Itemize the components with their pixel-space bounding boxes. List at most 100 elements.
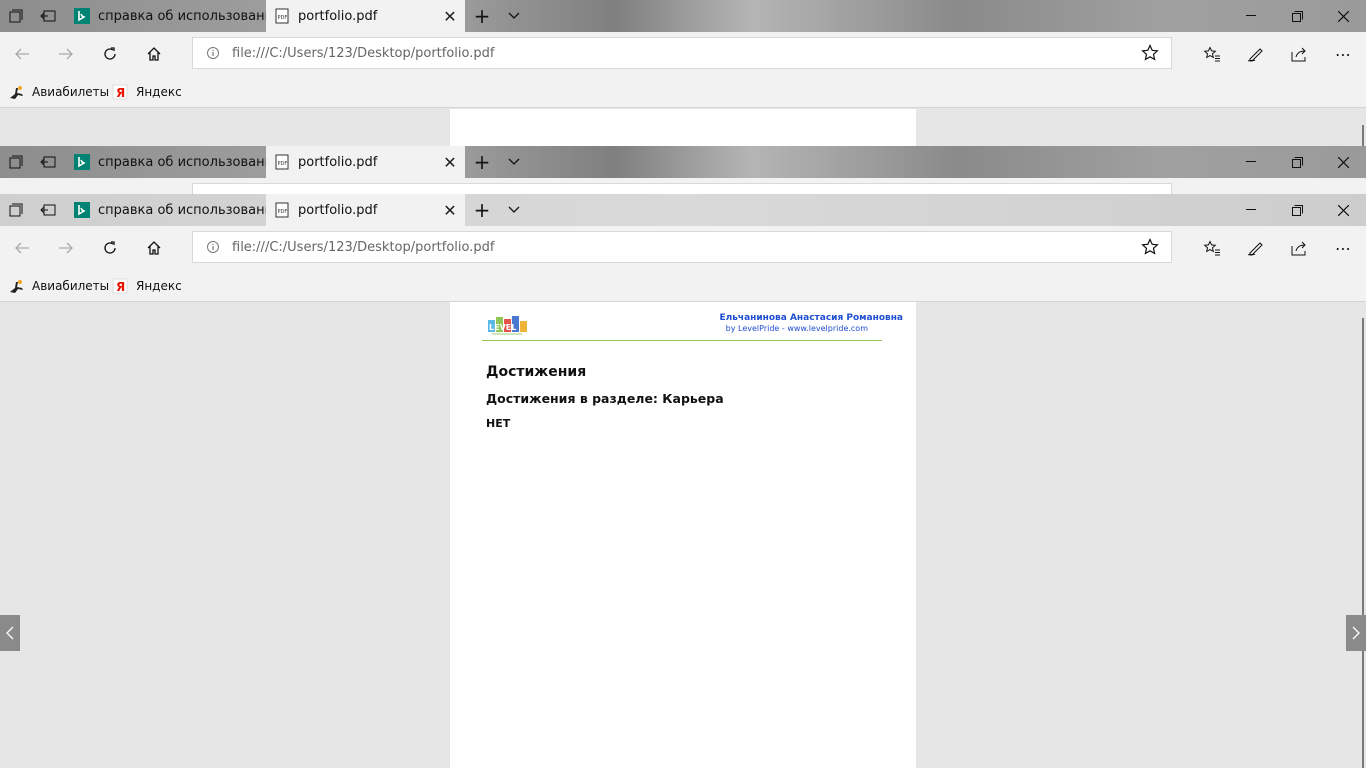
address-bar[interactable]: file:///C:/Users/123/Desktop/portfolio.p… — [192, 37, 1172, 69]
pdf-byline: by LevelPride - www.levelpride.com — [725, 324, 868, 333]
minimize-icon[interactable] — [1228, 146, 1274, 178]
title-bar: справка об использовании PDF portfolio.p… — [0, 194, 1366, 226]
tab-portfolio-pdf[interactable]: PDF portfolio.pdf ✕ — [266, 0, 465, 32]
title-bar: справка об использовании PDF portfolio.p… — [0, 146, 1366, 178]
favorite-aviabilety[interactable]: Авиабилеты — [8, 270, 109, 302]
favorite-aviabilety[interactable]: Авиабилеты — [8, 76, 109, 108]
close-tab-icon[interactable]: ✕ — [435, 201, 465, 220]
pdf-page — [450, 109, 916, 146]
address-bar[interactable]: file:///C:/Users/123/Desktop/portfolio.p… — [192, 231, 1172, 263]
svg-text:PDF: PDF — [278, 209, 288, 215]
section-body: НЕТ — [486, 417, 511, 430]
share-icon[interactable] — [1283, 232, 1315, 264]
scrollbar[interactable] — [1362, 125, 1364, 146]
logo-text: LEVEL — [489, 323, 516, 332]
title-bar: справка об использовании PDF portfolio.p… — [0, 0, 1366, 32]
tab-actions-icon[interactable] — [0, 146, 32, 178]
nav-bar: file:///C:/Users/123/Desktop/portfolio.p… — [0, 32, 1366, 76]
favorite-label: Авиабилеты — [32, 279, 110, 293]
favorites-hub-icon[interactable] — [1196, 232, 1228, 264]
set-tabs-aside-icon[interactable] — [32, 194, 64, 226]
set-tabs-aside-icon[interactable] — [32, 146, 64, 178]
favorites-bar: Авиабилеты Я Яндекс — [0, 270, 1366, 302]
close-window-icon[interactable] — [1320, 0, 1366, 32]
favorite-label: Авиабилеты — [32, 85, 110, 99]
address-bar-edge — [192, 183, 1172, 194]
chevron-left-icon — [6, 626, 14, 640]
previous-page-button[interactable] — [0, 615, 20, 651]
pdf-file-icon: PDF — [274, 202, 290, 218]
minimize-icon[interactable] — [1228, 0, 1274, 32]
tab-bing-search[interactable]: справка об использовании — [66, 0, 266, 32]
close-tab-icon[interactable]: ✕ — [435, 153, 465, 172]
svg-text:Я: Я — [116, 86, 125, 100]
bing-icon — [74, 154, 90, 170]
favorite-star-icon[interactable] — [1141, 44, 1159, 65]
web-note-icon[interactable] — [1240, 38, 1272, 70]
favorites-bar: Авиабилеты Я Яндекс — [0, 76, 1366, 108]
tab-title: справка об использовании — [98, 154, 266, 170]
set-tabs-aside-icon[interactable] — [32, 0, 64, 32]
favorite-label: Яндекс — [136, 279, 182, 293]
restore-icon[interactable] — [1274, 146, 1320, 178]
tab-title: portfolio.pdf — [298, 8, 378, 24]
forward-icon[interactable] — [50, 38, 82, 70]
favorite-yandex[interactable]: Я Яндекс — [112, 76, 182, 108]
minimize-icon[interactable] — [1228, 194, 1274, 226]
share-icon[interactable] — [1283, 38, 1315, 70]
pdf-file-icon: PDF — [274, 8, 290, 24]
more-icon[interactable]: ⋯ — [1327, 38, 1359, 70]
svg-text:PDF: PDF — [278, 15, 288, 21]
url-text: file:///C:/Users/123/Desktop/portfolio.p… — [232, 46, 495, 61]
close-tab-icon[interactable]: ✕ — [435, 7, 465, 26]
nav-bar-sliver — [0, 178, 1366, 194]
plane-icon — [8, 278, 24, 294]
pdf-file-icon: PDF — [274, 154, 290, 170]
home-icon[interactable] — [138, 232, 170, 264]
next-page-button[interactable] — [1346, 615, 1366, 651]
refresh-icon[interactable] — [94, 38, 126, 70]
tab-list-chevron-icon[interactable] — [498, 146, 530, 178]
plane-icon — [8, 84, 24, 100]
restore-icon[interactable] — [1274, 194, 1320, 226]
yandex-icon: Я — [112, 84, 128, 100]
close-window-icon[interactable] — [1320, 194, 1366, 226]
pdf-viewport: LEVEL Ельчанинова Анастасия Романовна by… — [0, 302, 1366, 768]
back-icon[interactable] — [6, 232, 38, 264]
tab-portfolio-pdf[interactable]: PDF portfolio.pdf ✕ — [266, 146, 465, 178]
nav-bar: file:///C:/Users/123/Desktop/portfolio.p… — [0, 226, 1366, 270]
web-note-icon[interactable] — [1240, 232, 1272, 264]
tab-title: справка об использовании — [98, 202, 266, 218]
new-tab-icon[interactable]: + — [466, 0, 498, 32]
info-icon[interactable] — [206, 240, 220, 257]
new-tab-icon[interactable]: + — [466, 194, 498, 226]
more-icon[interactable]: ⋯ — [1327, 232, 1359, 264]
header-rule — [482, 340, 882, 341]
tab-actions-icon[interactable] — [0, 0, 32, 32]
levelpride-logo: LEVEL — [488, 314, 528, 339]
forward-icon[interactable] — [50, 232, 82, 264]
close-window-icon[interactable] — [1320, 146, 1366, 178]
browser-window: справка об использовании PDF portfolio.p… — [0, 194, 1366, 768]
restore-icon[interactable] — [1274, 0, 1320, 32]
scrollbar[interactable] — [1362, 318, 1364, 768]
browser-window-ghost: справка об использовании PDF portfolio.p… — [0, 146, 1366, 194]
new-tab-icon[interactable]: + — [466, 146, 498, 178]
tab-list-chevron-icon[interactable] — [498, 194, 530, 226]
tab-title: portfolio.pdf — [298, 154, 378, 170]
info-icon[interactable] — [206, 46, 220, 63]
tab-actions-icon[interactable] — [0, 194, 32, 226]
tab-list-chevron-icon[interactable] — [498, 0, 530, 32]
tab-bing-search[interactable]: справка об использовании — [66, 146, 266, 178]
bing-icon — [74, 202, 90, 218]
home-icon[interactable] — [138, 38, 170, 70]
refresh-icon[interactable] — [94, 232, 126, 264]
tab-bing-search[interactable]: справка об использовании — [66, 194, 266, 226]
favorite-yandex[interactable]: Я Яндекс — [112, 270, 182, 302]
favorite-star-icon[interactable] — [1141, 238, 1159, 259]
url-text: file:///C:/Users/123/Desktop/portfolio.p… — [232, 240, 495, 255]
tab-portfolio-pdf[interactable]: PDF portfolio.pdf ✕ — [266, 194, 465, 226]
back-icon[interactable] — [6, 38, 38, 70]
tab-title: portfolio.pdf — [298, 202, 378, 218]
favorites-hub-icon[interactable] — [1196, 38, 1228, 70]
